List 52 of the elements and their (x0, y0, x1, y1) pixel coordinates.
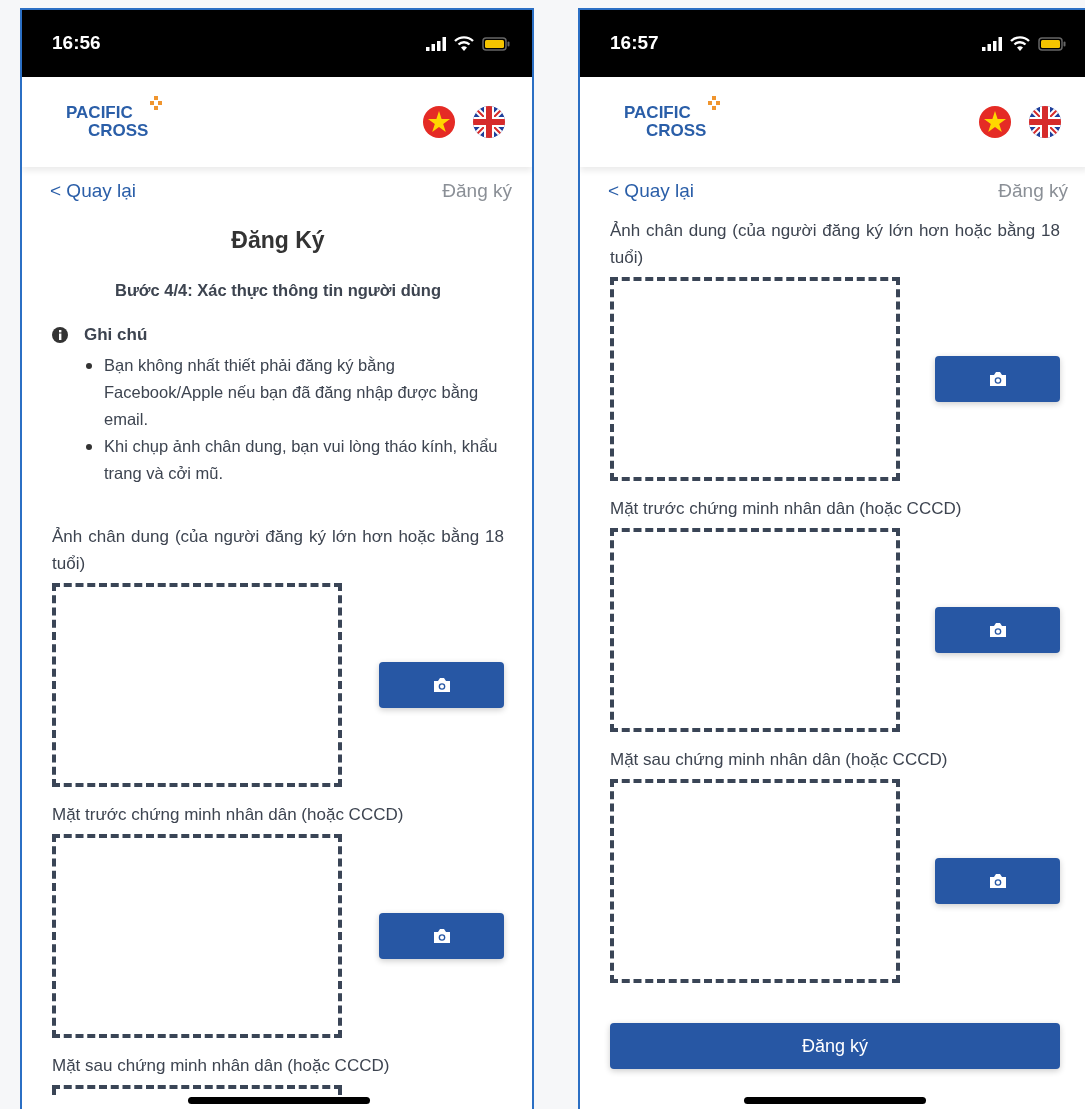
camera-icon (431, 927, 452, 944)
camera-button[interactable] (935, 607, 1060, 653)
battery-icon (482, 36, 510, 51)
status-time: 16:57 (610, 31, 659, 56)
wifi-icon (1010, 36, 1030, 51)
camera-icon (987, 622, 1008, 638)
camera-icon (987, 371, 1008, 387)
camera-button[interactable] (379, 661, 504, 708)
logo-text: CROSS (645, 122, 707, 140)
page-heading: Đăng ký (998, 178, 1068, 203)
battery-icon (1038, 36, 1066, 51)
photo-drop-area[interactable] (610, 779, 900, 983)
camera-button[interactable] (379, 912, 504, 959)
cross-mark-icon (706, 96, 723, 112)
photo-drop-area[interactable] (52, 833, 342, 1038)
field-label: Mặt sau chứng minh nhân dân (hoặc CCCD) (610, 749, 949, 771)
vietnam-flag-icon[interactable] (978, 105, 1012, 139)
field-label: Mặt sau chứng minh nhân dân (hoặc CCCD) (52, 1054, 391, 1077)
step-text: Bước 4/4: Xác thực thông tin người dùng (113, 279, 443, 301)
camera-button[interactable] (935, 356, 1060, 402)
signal-icon (426, 36, 446, 51)
page-heading: Đăng ký (442, 178, 512, 203)
field-label: Mặt trước chứng minh nhân dân (hoặc CCCD) (52, 803, 405, 826)
uk-flag-icon[interactable] (472, 105, 506, 139)
field-label: Mặt trước chứng minh nhân dân (hoặc CCCD) (610, 498, 963, 520)
wifi-icon (454, 36, 474, 51)
logo-text: PACIFIC (66, 104, 134, 122)
photo-drop-area[interactable] (610, 277, 900, 481)
field-label: Ảnh chân dung (của người đăng ký lớn hơn hoặc bằng 18 tuổi) (52, 525, 504, 575)
submit-button[interactable]: Đăng ký (610, 1023, 1060, 1069)
camera-icon (987, 873, 1008, 889)
camera-button[interactable] (935, 858, 1060, 904)
note-heading: Ghi chú (84, 324, 148, 347)
uk-flag-icon[interactable] (1028, 105, 1062, 139)
vietnam-flag-icon[interactable] (422, 105, 456, 139)
photo-drop-area[interactable] (52, 582, 342, 787)
back-link[interactable]: < Quay lại (608, 176, 695, 206)
signal-icon (982, 36, 1002, 51)
field-label: Ảnh chân dung (của người đăng ký lớn hơn hoặc bằng 18 tuổi) (610, 220, 1060, 269)
status-time: 16:56 (52, 31, 101, 56)
photo-drop-area[interactable] (610, 528, 900, 732)
note-text: Khi chụp ảnh chân dung, bạn vui lòng tháo kính, khẩu trang và cởi mũ. (104, 435, 499, 484)
bullet-dot (86, 362, 92, 369)
bullet-dot (86, 443, 92, 450)
note-text: Bạn không nhất thiết phải đăng ký bằng Facebook/Apple nếu bạn đã đăng nhập được bằng email. (104, 354, 480, 430)
logo-text: CROSS (87, 122, 149, 140)
cross-mark-icon (148, 96, 165, 112)
info-icon (52, 327, 68, 343)
camera-icon (431, 676, 452, 693)
page-title: Đăng Ký (230, 226, 326, 255)
back-link[interactable]: < Quay lại (50, 176, 137, 206)
logo-text: PACIFIC (624, 104, 692, 122)
